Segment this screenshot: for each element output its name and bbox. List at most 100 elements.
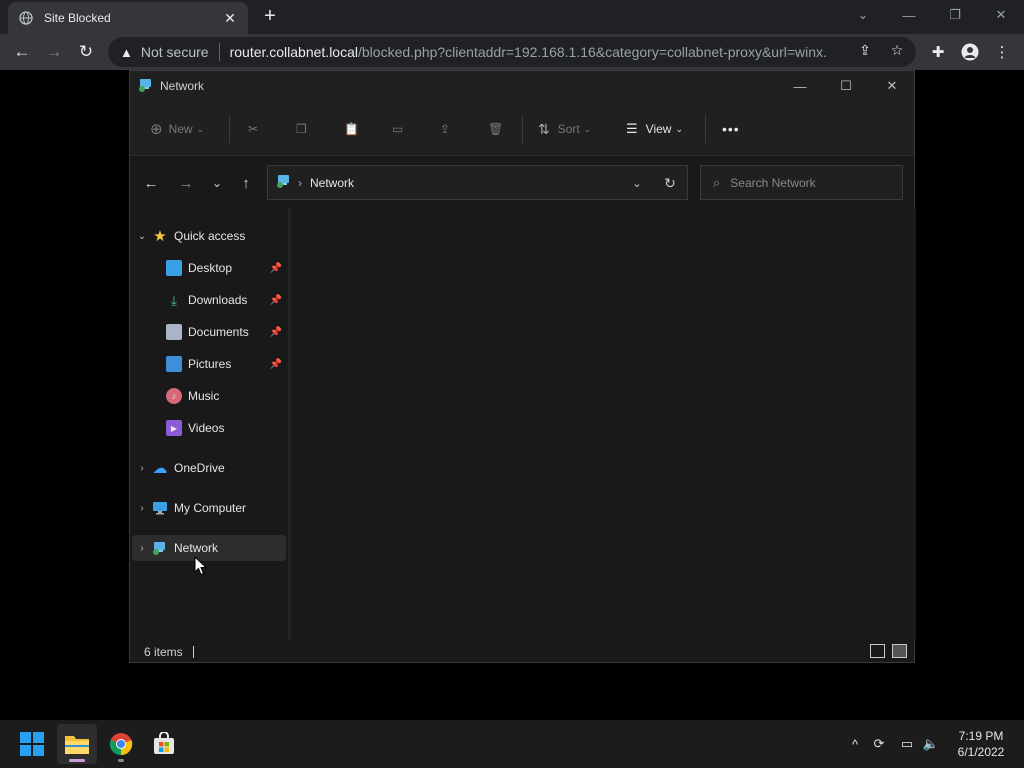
- profile-icon[interactable]: [960, 42, 980, 62]
- chevron-right-icon[interactable]: ›: [132, 463, 152, 474]
- url-host: router.collabnet.local: [229, 44, 358, 60]
- address-bar[interactable]: ▲ Not secure router.collabnet.local /blo…: [108, 37, 916, 67]
- omnibox-divider: [218, 43, 220, 61]
- pin-icon[interactable]: 📌: [270, 295, 282, 306]
- sidebar-item-documents[interactable]: Documents 📌: [132, 319, 286, 345]
- reload-icon[interactable]: ↻: [72, 38, 100, 66]
- document-icon: [166, 324, 182, 340]
- maximize-icon[interactable]: ☐: [823, 71, 869, 101]
- more-options-button[interactable]: •••: [722, 115, 740, 143]
- chevron-down-icon: ⌄: [196, 123, 205, 134]
- share-icon[interactable]: ⇪: [440, 115, 450, 143]
- network-icon: [276, 173, 292, 192]
- explorer-address-bar[interactable]: › Network: [267, 165, 688, 200]
- view-button[interactable]: ☰ View ⌄: [626, 115, 683, 143]
- sidebar-label: Desktop: [188, 261, 233, 275]
- sidebar-item-pictures[interactable]: Pictures 📌: [132, 351, 286, 377]
- minimize-icon[interactable]: —: [886, 0, 932, 30]
- plus-circle-icon: ⊕: [150, 121, 163, 138]
- chevron-down-icon: ⌄: [583, 123, 592, 134]
- navigation-pane: ⌄ ★ Quick access Desktop 📌 ⤓ Downloads 📌…: [130, 208, 288, 640]
- large-icons-view-icon[interactable]: [892, 644, 907, 658]
- cloud-icon: ☁: [152, 460, 168, 477]
- forward-icon[interactable]: →: [173, 170, 199, 196]
- taskbar-file-explorer[interactable]: [57, 724, 97, 764]
- file-list-area[interactable]: [291, 208, 916, 640]
- bookmark-star-icon[interactable]: ☆: [888, 41, 906, 59]
- sidebar-item-downloads[interactable]: ⤓ Downloads 📌: [132, 287, 286, 313]
- address-dropdown-icon[interactable]: ⌄: [627, 173, 647, 193]
- paste-icon[interactable]: 📋: [344, 115, 359, 143]
- browser-toolbar: ← → ↻ ▲ Not secure router.collabnet.loca…: [0, 34, 1024, 70]
- breadcrumb-network[interactable]: Network: [310, 176, 354, 190]
- folder-icon: [65, 736, 89, 754]
- mouse-cursor-icon: [194, 556, 208, 576]
- window-title: Network: [160, 79, 205, 93]
- taskbar-chrome[interactable]: [101, 724, 141, 764]
- pin-icon[interactable]: 📌: [270, 263, 282, 274]
- sort-button[interactable]: ⇅ Sort ⌄: [538, 115, 591, 143]
- close-window-icon[interactable]: ✕: [978, 0, 1024, 30]
- new-tab-button[interactable]: +: [258, 5, 282, 29]
- refresh-icon[interactable]: ↻: [660, 173, 680, 193]
- cmd-divider: [705, 115, 706, 143]
- start-button[interactable]: [12, 724, 52, 764]
- copy-icon[interactable]: ❐: [296, 115, 307, 143]
- volume-icon[interactable]: 🔈: [922, 734, 940, 754]
- delete-icon[interactable]: 🗑: [488, 115, 503, 143]
- pin-icon[interactable]: 📌: [270, 327, 282, 338]
- new-button[interactable]: ⊕ New ⌄: [150, 115, 204, 143]
- sidebar-item-music[interactable]: ♪ Music: [132, 383, 286, 409]
- windows-logo-icon: [20, 732, 44, 756]
- chevron-down-icon: ⌄: [675, 123, 683, 134]
- desktop-icon: [166, 260, 182, 276]
- new-label: New: [168, 122, 193, 136]
- sidebar-item-network[interactable]: › Network: [132, 535, 286, 561]
- restore-icon[interactable]: ❐: [932, 0, 978, 30]
- pin-icon[interactable]: 📌: [270, 359, 282, 370]
- tab-close-icon[interactable]: ✕: [222, 10, 238, 27]
- rename-icon[interactable]: ▭: [392, 115, 403, 143]
- sidebar-label: Music: [188, 389, 220, 403]
- up-icon[interactable]: ↑: [233, 170, 259, 196]
- explorer-navbar: ← → ⌄ ↑ › Network ⌄ ↻ ⌕ Search Network: [130, 156, 914, 208]
- back-icon[interactable]: ←: [138, 170, 164, 196]
- view-list-icon: ☰: [626, 121, 638, 136]
- menu-kebab-icon[interactable]: ⋮: [992, 42, 1012, 62]
- sidebar-item-quick-access[interactable]: ⌄ ★ Quick access: [132, 223, 286, 249]
- sync-icon[interactable]: ⟳: [870, 734, 888, 754]
- sidebar-label: Quick access: [174, 229, 246, 243]
- system-clock[interactable]: 7:19 PM 6/1/2022: [950, 728, 1012, 760]
- cut-icon[interactable]: ✂: [248, 115, 258, 143]
- security-label[interactable]: Not secure: [141, 44, 209, 60]
- back-icon[interactable]: ←: [8, 38, 36, 66]
- sidebar-item-videos[interactable]: ▶ Videos: [132, 415, 286, 441]
- sidebar-item-desktop[interactable]: Desktop 📌: [132, 255, 286, 281]
- forward-icon[interactable]: →: [40, 38, 68, 66]
- tab-search-icon[interactable]: ⌄: [840, 0, 886, 30]
- sidebar-item-my-computer[interactable]: › My Computer: [132, 495, 286, 521]
- extensions-icon[interactable]: ✚: [928, 42, 948, 62]
- cmd-divider: [229, 115, 230, 143]
- taskbar-store[interactable]: [144, 724, 184, 764]
- star-icon: ★: [153, 228, 167, 245]
- close-icon[interactable]: ✕: [869, 71, 915, 101]
- command-bar: ⊕ New ⌄ ✂ ❐ 📋 ▭ ⇪ 🗑 ⇅ Sort ⌄ ☰ View ⌄ ••…: [130, 101, 914, 156]
- chevron-down-icon[interactable]: ⌄: [132, 231, 152, 242]
- browser-tab[interactable]: Site Blocked ✕: [8, 2, 248, 34]
- sidebar-label: Pictures: [188, 357, 232, 371]
- recent-locations-icon[interactable]: ⌄: [204, 170, 230, 196]
- globe-icon: [18, 10, 34, 26]
- pictures-icon: [166, 356, 182, 372]
- sidebar-item-onedrive[interactable]: › ☁ OneDrive: [132, 455, 286, 481]
- chevron-right-icon[interactable]: ›: [132, 503, 152, 514]
- show-hidden-icons-icon[interactable]: ^: [846, 734, 864, 754]
- sidebar-label: My Computer: [174, 501, 247, 515]
- share-icon[interactable]: ⇪: [856, 41, 874, 59]
- details-view-icon[interactable]: [870, 644, 885, 658]
- download-icon: ⤓: [170, 291, 178, 308]
- chevron-right-icon[interactable]: ›: [132, 543, 152, 554]
- network-status-icon[interactable]: ▭: [898, 734, 916, 754]
- search-box[interactable]: ⌕ Search Network: [700, 165, 903, 200]
- minimize-icon[interactable]: —: [777, 71, 823, 101]
